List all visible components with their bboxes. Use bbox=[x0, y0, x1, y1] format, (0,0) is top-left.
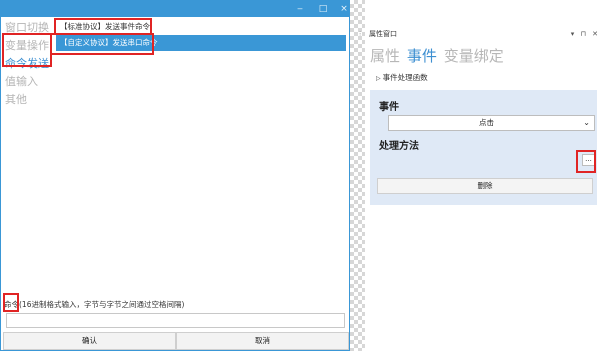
command-input[interactable] bbox=[6, 313, 345, 328]
confirm-button[interactable]: 确认 bbox=[3, 332, 176, 350]
command-item-standard-event[interactable]: 【标准协议】发送事件命令 bbox=[56, 19, 346, 35]
chevron-down-icon: ⌄ bbox=[583, 118, 590, 127]
delete-button[interactable]: 删除 bbox=[377, 178, 593, 194]
nav-item-window-switch[interactable]: 窗口切换 bbox=[5, 19, 53, 37]
command-item-custom-serial[interactable]: 【自定义协议】发送串口命令 bbox=[56, 35, 346, 51]
canvas-background bbox=[350, 0, 365, 351]
event-select-value: 点击 bbox=[479, 118, 494, 127]
maximize-icon[interactable]: □ bbox=[317, 3, 329, 15]
property-panel: ⁝ 属性窗口 ▾ ⊓ ✕ 属性 事件 变量绑定 ▷ 事件处理函数 事件 点击 ⌄ … bbox=[359, 28, 602, 351]
tab-events[interactable]: 事件 bbox=[407, 47, 437, 65]
panel-title: 属性窗口 bbox=[369, 30, 397, 38]
close-icon[interactable]: × bbox=[338, 3, 350, 15]
tab-properties[interactable]: 属性 bbox=[370, 47, 400, 65]
event-handler-section-header[interactable]: ▷ 事件处理函数 bbox=[376, 72, 428, 83]
expand-triangle-icon: ▷ bbox=[376, 75, 381, 82]
command-dialog: ‒ □ × 窗口切换 变量操作 命令发送 值输入 其他 【标准协议】发送事件命令… bbox=[0, 0, 350, 351]
event-label: 事件 bbox=[379, 102, 399, 113]
handler-label: 处理方法 bbox=[379, 141, 419, 152]
category-nav: 窗口切换 变量操作 命令发送 值输入 其他 bbox=[5, 19, 53, 109]
event-editor: 事件 点击 ⌄ 处理方法 ... 删除 bbox=[370, 90, 597, 205]
command-list: 【标准协议】发送事件命令 【自定义协议】发送串口命令 bbox=[56, 19, 346, 51]
minimize-icon[interactable]: ‒ bbox=[294, 3, 306, 15]
event-select[interactable]: 点击 ⌄ bbox=[388, 115, 595, 131]
panel-tabs: 属性 事件 变量绑定 bbox=[370, 45, 508, 66]
handler-browse-button[interactable]: ... bbox=[582, 154, 595, 166]
dialog-titlebar: ‒ □ × bbox=[1, 1, 349, 17]
nav-item-other[interactable]: 其他 bbox=[5, 91, 53, 109]
tab-variable-binding[interactable]: 变量绑定 bbox=[444, 47, 504, 65]
panel-window-tools-icon[interactable]: ▾ ⊓ ✕ bbox=[571, 28, 600, 40]
panel-grip-icon[interactable]: ⁝ bbox=[359, 28, 361, 40]
command-hint-label: 命令(16进制格式输入，字节与字节之间通过空格间隔) bbox=[4, 300, 185, 309]
cancel-button[interactable]: 取消 bbox=[176, 332, 349, 350]
section-title: 事件处理函数 bbox=[382, 73, 428, 82]
nav-item-send-command[interactable]: 命令发送 bbox=[5, 55, 53, 73]
dialog-button-row: 确认 取消 bbox=[3, 332, 349, 350]
panel-header: ⁝ 属性窗口 ▾ ⊓ ✕ bbox=[359, 28, 602, 40]
nav-item-value-input[interactable]: 值输入 bbox=[5, 73, 53, 91]
nav-item-variable-ops[interactable]: 变量操作 bbox=[5, 37, 53, 55]
